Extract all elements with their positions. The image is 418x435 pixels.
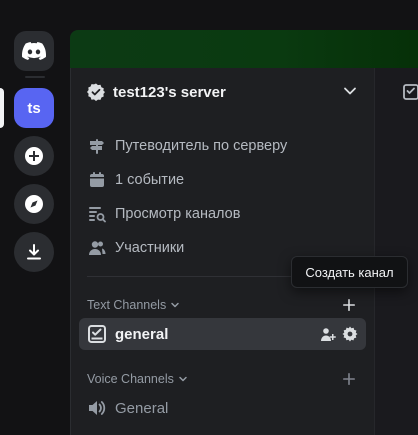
rail-separator [25,76,45,78]
nav-server-guide[interactable]: Путеводитель по серверу [87,132,287,160]
create-channel-tooltip: Создать канал [291,256,408,288]
calendar-icon [87,170,107,190]
download-icon [27,244,41,260]
nav-members[interactable]: Участники [87,234,184,262]
nav-events-label: 1 событие [115,172,185,188]
server-abbr: ts [27,99,41,117]
add-server-icon [25,147,43,165]
channel-actions [320,326,358,342]
category-text-channels[interactable]: Text Channels [87,296,180,314]
voice-channel-general-name: General [115,399,169,417]
discord-logo-icon [22,42,46,60]
nav-members-label: Участники [115,240,185,256]
active-server-pill [0,88,4,128]
download-apps-button[interactable] [14,232,54,272]
explore-button[interactable] [14,184,54,224]
create-text-channel-icon[interactable] [342,298,356,312]
rules-channel-icon [403,84,418,100]
tooltip-text: Создать канал [305,264,394,280]
category-text-label: Text Channels [87,298,167,312]
channel-sidebar: test123's server Путеводитель по серверу… [70,68,374,435]
nav-browse-channels[interactable]: Просмотр каналов [87,200,240,228]
create-voice-channel-icon[interactable] [342,372,356,386]
banner-strip [70,30,418,68]
signpost-icon [87,136,107,156]
add-server-button[interactable] [14,136,54,176]
nav-browse-channels-label: Просмотр каналов [115,206,241,222]
channel-general[interactable]: general [79,318,366,350]
invite-people-icon[interactable] [320,326,336,342]
main-area [374,68,418,435]
top-banner [70,0,418,68]
server-header[interactable]: test123's server [71,68,375,116]
voice-channel-general[interactable]: General [79,392,366,424]
members-icon [87,238,107,258]
browse-channels-icon [87,204,107,224]
category-voice-channels[interactable]: Voice Channels [87,370,188,388]
chevron-down-icon [179,376,187,382]
server-rail: ts [0,0,70,435]
server-icon-ts[interactable]: ts [14,88,54,128]
server-name: test123's server [113,83,226,101]
nav-events[interactable]: 1 событие [87,166,184,194]
chevron-down-icon [171,302,179,308]
server-badge-icon [87,83,105,101]
gear-icon[interactable] [342,326,358,342]
category-voice-label: Voice Channels [87,372,174,386]
chevron-down-icon[interactable] [343,84,357,98]
channel-general-name: general [115,325,169,343]
rules-channel-icon [88,325,106,343]
speaker-icon [89,401,106,415]
explore-icon [25,195,43,213]
nav-server-guide-label: Путеводитель по серверу [115,138,288,154]
direct-messages-button[interactable] [14,31,54,71]
